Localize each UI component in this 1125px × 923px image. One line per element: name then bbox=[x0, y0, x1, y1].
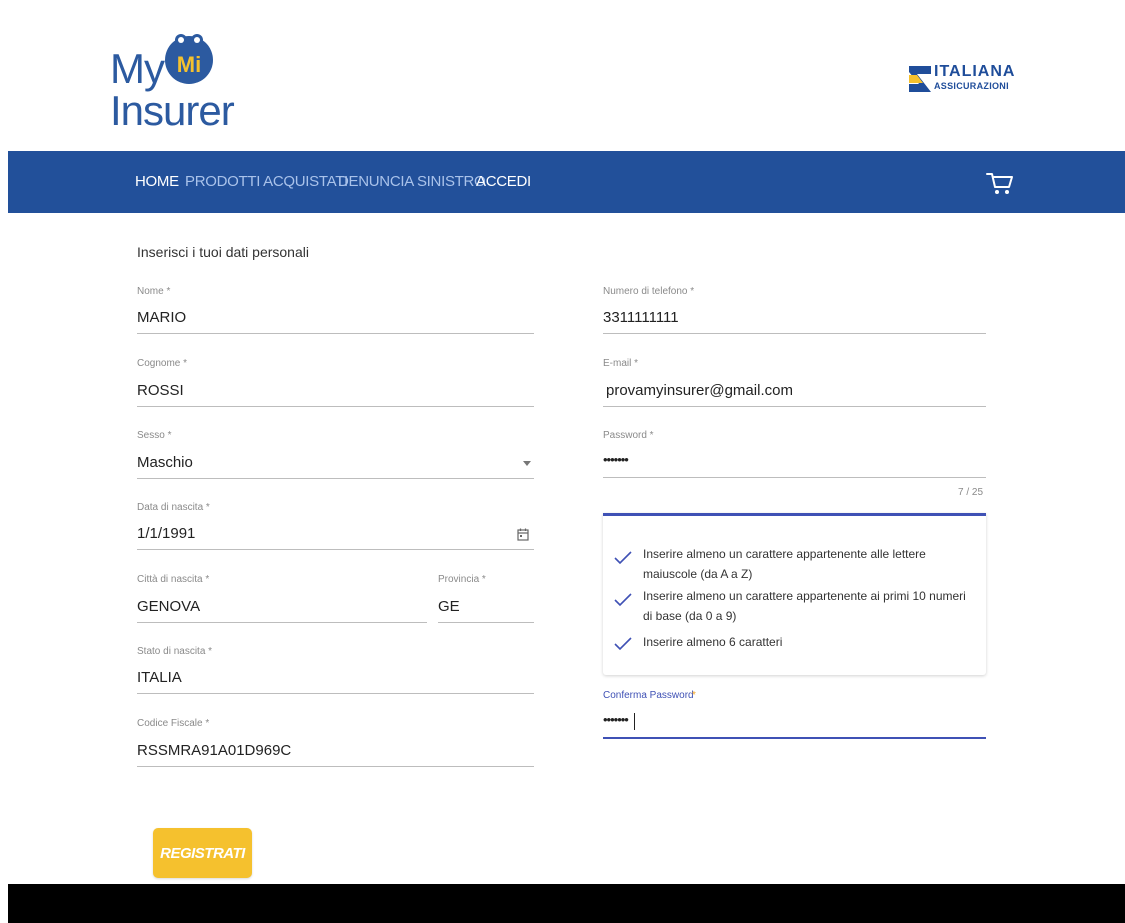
stato-nascita-input[interactable]: ITALIA bbox=[137, 669, 182, 686]
password-hint-digit: Inserire almeno un carattere appartenent… bbox=[613, 586, 973, 626]
text-cursor bbox=[634, 713, 635, 730]
password-hint-text: Inserire almeno un carattere appartenent… bbox=[643, 589, 966, 623]
data-nascita-field[interactable]: Data di nascita * 1/1/1991 bbox=[137, 502, 534, 550]
required-mark: * bbox=[692, 690, 696, 701]
password-requirements-card: Inserire almeno un carattere appartenent… bbox=[603, 513, 986, 675]
data-nascita-underline bbox=[137, 549, 534, 550]
nav-item-home[interactable]: HOME bbox=[135, 173, 179, 191]
form-title: Inserisci i tuoi dati personali bbox=[137, 244, 309, 260]
logo-badge-text: Mi bbox=[177, 52, 201, 77]
citta-nascita-underline bbox=[137, 622, 427, 623]
password-hint-text: Inserire almeno un carattere appartenent… bbox=[643, 547, 926, 581]
email-label: E-mail * bbox=[603, 358, 639, 369]
nav-item-denuncia-sinistro[interactable]: DENUNCIA SINISTRO bbox=[338, 173, 486, 191]
calendar-icon[interactable] bbox=[517, 528, 529, 541]
italiana-flag-icon bbox=[909, 66, 931, 92]
password-input[interactable]: ••••••• bbox=[603, 452, 629, 467]
check-icon bbox=[613, 592, 633, 608]
myinsurer-logo[interactable]: My Mi Insurer bbox=[110, 28, 235, 132]
registrati-button[interactable]: REGISTRATI bbox=[153, 828, 252, 878]
telefono-label: Numero di telefono * bbox=[603, 286, 695, 297]
cognome-underline bbox=[137, 406, 534, 407]
stato-nascita-label: Stato di nascita * bbox=[137, 646, 213, 657]
password-label: Password * bbox=[603, 430, 654, 441]
citta-nascita-input[interactable]: GENOVA bbox=[137, 598, 200, 615]
stato-nascita-field[interactable]: Stato di nascita * ITALIA bbox=[137, 646, 534, 694]
codice-fiscale-field[interactable]: Codice Fiscale * RSSMRA91A01D969C bbox=[137, 718, 534, 767]
cognome-label: Cognome * bbox=[137, 358, 188, 369]
nome-field[interactable]: Nome * MARIO bbox=[137, 286, 534, 334]
nome-underline bbox=[137, 333, 534, 334]
data-nascita-label: Data di nascita * bbox=[137, 502, 210, 513]
codice-fiscale-label: Codice Fiscale * bbox=[137, 718, 210, 729]
provincia-input[interactable]: GE bbox=[438, 598, 460, 615]
password-char-counter: 7 / 25 bbox=[958, 487, 984, 498]
data-nascita-input[interactable]: 1/1/1991 bbox=[137, 525, 195, 542]
email-field[interactable]: E-mail * provamyinsurer@gmail.com bbox=[603, 358, 986, 407]
conferma-password-field[interactable]: Conferma Password * ••••••• bbox=[603, 690, 986, 740]
codice-fiscale-input[interactable]: RSSMRA91A01D969C bbox=[137, 742, 291, 759]
nav-item-prodotti-acquistati[interactable]: PRODOTTI ACQUISTATI bbox=[185, 173, 348, 191]
sesso-select[interactable]: Sesso * Maschio bbox=[137, 430, 534, 479]
conferma-password-underline bbox=[603, 737, 986, 739]
nav-item-accedi[interactable]: ACCEDI bbox=[476, 173, 531, 191]
cognome-field[interactable]: Cognome * ROSSI bbox=[137, 358, 534, 407]
main-navbar: HOME PRODOTTI ACQUISTATI DENUNCIA SINIST… bbox=[8, 151, 1125, 213]
telefono-input[interactable]: 3311111111 bbox=[603, 309, 679, 326]
citta-nascita-field[interactable]: Città di nascita * GENOVA bbox=[137, 574, 427, 623]
password-underline bbox=[603, 477, 986, 478]
stato-nascita-underline bbox=[137, 693, 534, 694]
cognome-input[interactable]: ROSSI bbox=[137, 382, 184, 399]
email-underline bbox=[603, 406, 986, 407]
telefono-field[interactable]: Numero di telefono * 3311111111 bbox=[603, 286, 986, 334]
check-icon bbox=[613, 550, 633, 566]
conferma-password-input[interactable]: ••••••• bbox=[603, 712, 629, 727]
nome-input[interactable]: MARIO bbox=[137, 309, 186, 326]
dropdown-arrow-icon[interactable] bbox=[523, 461, 531, 466]
brand-name: ITALIANA bbox=[934, 63, 1016, 80]
codice-fiscale-underline bbox=[137, 766, 534, 767]
check-icon bbox=[613, 636, 633, 652]
logo-text-insurer: Insurer bbox=[110, 87, 235, 134]
password-field[interactable]: Password * ••••••• 7 / 25 bbox=[603, 430, 986, 500]
logo-text-my: My bbox=[110, 45, 165, 92]
password-hint-uppercase: Inserire almeno un carattere appartenent… bbox=[613, 544, 973, 584]
sesso-label: Sesso * bbox=[137, 430, 172, 441]
citta-nascita-label: Città di nascita * bbox=[137, 574, 210, 585]
password-hint-length: Inserire almeno 6 caratteri bbox=[613, 632, 973, 656]
provincia-underline bbox=[438, 622, 534, 623]
provincia-label: Provincia * bbox=[438, 574, 486, 585]
bottom-black-bar bbox=[8, 884, 1125, 923]
shopping-cart-icon[interactable] bbox=[983, 167, 1017, 199]
provincia-field[interactable]: Provincia * GE bbox=[438, 574, 534, 623]
italiana-assicurazioni-logo[interactable]: ITALIANA ASSICURAZIONI bbox=[909, 63, 1029, 99]
conferma-password-label: Conferma Password bbox=[603, 690, 694, 701]
telefono-underline bbox=[603, 333, 986, 334]
brand-sub: ASSICURAZIONI bbox=[934, 81, 1009, 91]
password-hint-text: Inserire almeno 6 caratteri bbox=[643, 635, 783, 649]
nome-label: Nome * bbox=[137, 286, 171, 297]
logo-badge-icon: Mi bbox=[165, 28, 213, 88]
email-input[interactable]: provamyinsurer@gmail.com bbox=[606, 382, 793, 399]
sesso-value[interactable]: Maschio bbox=[137, 454, 193, 471]
sesso-underline bbox=[137, 478, 534, 479]
